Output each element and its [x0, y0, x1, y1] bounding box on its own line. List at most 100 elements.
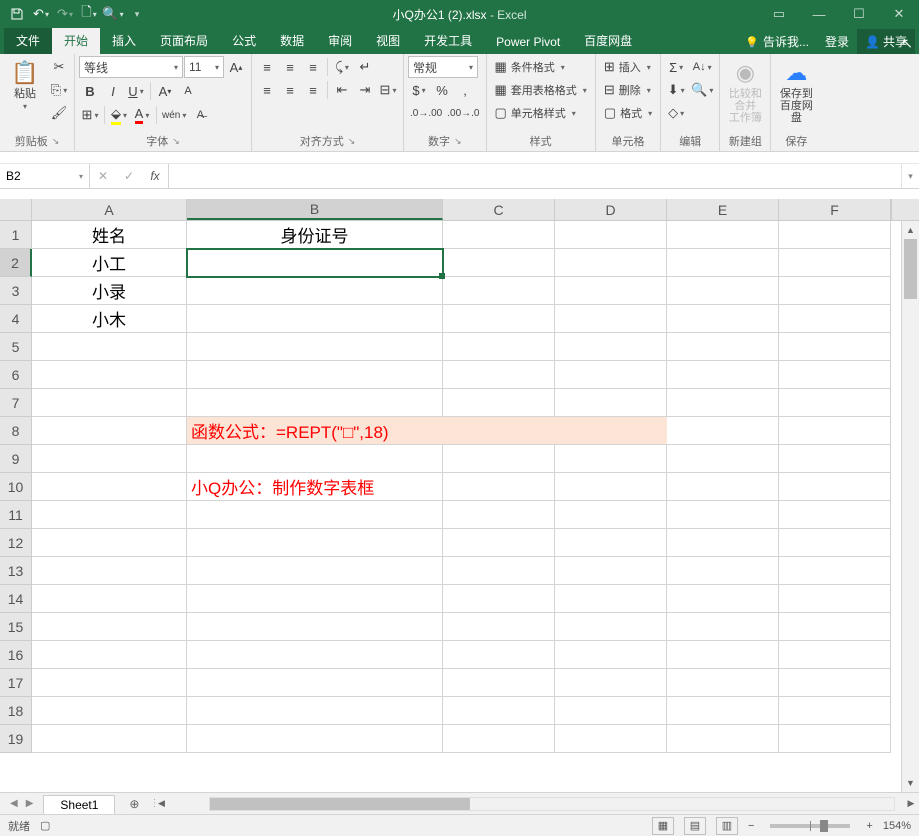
select-all-corner[interactable]: [0, 199, 32, 220]
row-header-11[interactable]: 11: [0, 501, 32, 529]
zoom-slider[interactable]: [770, 824, 850, 828]
row-header-15[interactable]: 15: [0, 613, 32, 641]
zoom-out-button[interactable]: −: [748, 820, 754, 832]
cell-D4[interactable]: [555, 305, 667, 333]
increase-decimal-button[interactable]: .0→.00: [408, 102, 444, 124]
print-preview-icon[interactable]: 🔍: [102, 3, 124, 25]
wrap-text-button[interactable]: ↵: [354, 56, 376, 78]
cell-F6[interactable]: [779, 361, 891, 389]
cell-F1[interactable]: [779, 221, 891, 249]
dialog-launcher-icon[interactable]: ↘: [52, 136, 60, 147]
cell-C1[interactable]: [443, 221, 555, 249]
format-cells-button[interactable]: ▢格式: [600, 102, 656, 124]
cell-C4[interactable]: [443, 305, 555, 333]
cell-C17[interactable]: [443, 669, 555, 697]
cell-A4[interactable]: 小木: [32, 305, 187, 333]
cell-D2[interactable]: [555, 249, 667, 277]
table-format-button[interactable]: ▦套用表格格式: [491, 79, 591, 101]
zoom-level[interactable]: 154%: [883, 820, 911, 832]
cell-F18[interactable]: [779, 697, 891, 725]
cell-F19[interactable]: [779, 725, 891, 753]
cell-D19[interactable]: [555, 725, 667, 753]
minimize-icon[interactable]: —: [799, 0, 839, 28]
cell-C2[interactable]: [443, 249, 555, 277]
new-file-icon[interactable]: 🗋: [78, 3, 100, 25]
cell-B19[interactable]: [187, 725, 443, 753]
cell-F3[interactable]: [779, 277, 891, 305]
decrease-decimal-button[interactable]: .00→.0: [445, 102, 481, 124]
tab-review[interactable]: 审阅: [316, 28, 364, 54]
cell-E4[interactable]: [667, 305, 779, 333]
cell-B6[interactable]: [187, 361, 443, 389]
row-header-16[interactable]: 16: [0, 641, 32, 669]
cell-B16[interactable]: [187, 641, 443, 669]
row-header-7[interactable]: 7: [0, 389, 32, 417]
cell-B17[interactable]: [187, 669, 443, 697]
cell-C13[interactable]: [443, 557, 555, 585]
cut-button[interactable]: ✂: [48, 56, 70, 78]
merge-button[interactable]: ⊟: [377, 79, 399, 101]
col-header-C[interactable]: C: [443, 199, 555, 220]
row-header-8[interactable]: 8: [0, 417, 32, 445]
cell-E10[interactable]: [667, 473, 779, 501]
tab-formulas[interactable]: 公式: [220, 28, 268, 54]
cell-F4[interactable]: [779, 305, 891, 333]
row-header-19[interactable]: 19: [0, 725, 32, 753]
ribbon-options-icon[interactable]: ▭: [759, 0, 799, 28]
sheet-tab[interactable]: Sheet1: [43, 795, 115, 814]
clear-button[interactable]: ◇: [665, 102, 687, 124]
cell-D9[interactable]: [555, 445, 667, 473]
cells-area[interactable]: 姓名身份证号小工小录小木函数公式：=REPT("□",18)小Q办公：制作数字表…: [32, 221, 901, 792]
tab-developer[interactable]: 开发工具: [412, 28, 484, 54]
row-header-14[interactable]: 14: [0, 585, 32, 613]
fill-button[interactable]: ⬇: [665, 79, 687, 101]
cell-F11[interactable]: [779, 501, 891, 529]
cell-D1[interactable]: [555, 221, 667, 249]
cell-E13[interactable]: [667, 557, 779, 585]
cell-F16[interactable]: [779, 641, 891, 669]
cell-A12[interactable]: [32, 529, 187, 557]
cell-B4[interactable]: [187, 305, 443, 333]
cell-F14[interactable]: [779, 585, 891, 613]
cell-E9[interactable]: [667, 445, 779, 473]
close-icon[interactable]: ✕: [879, 0, 919, 28]
cell-E16[interactable]: [667, 641, 779, 669]
tab-view[interactable]: 视图: [364, 28, 412, 54]
font-name-combo[interactable]: 等线▾: [79, 56, 183, 78]
tab-file[interactable]: 文件: [4, 28, 52, 54]
cell-B14[interactable]: [187, 585, 443, 613]
cell-E3[interactable]: [667, 277, 779, 305]
cell-A9[interactable]: [32, 445, 187, 473]
align-right-button[interactable]: ≡: [302, 79, 324, 101]
copy-button[interactable]: ⎘: [48, 79, 70, 101]
cell-B1[interactable]: 身份证号: [187, 221, 443, 249]
border-button[interactable]: ⊞: [79, 104, 101, 126]
cell-D6[interactable]: [555, 361, 667, 389]
cell-C18[interactable]: [443, 697, 555, 725]
cell-F8[interactable]: [779, 417, 891, 445]
cell-B5[interactable]: [187, 333, 443, 361]
row-header-1[interactable]: 1: [0, 221, 32, 249]
cell-F12[interactable]: [779, 529, 891, 557]
cell-D3[interactable]: [555, 277, 667, 305]
cell-B12[interactable]: [187, 529, 443, 557]
cell-A11[interactable]: [32, 501, 187, 529]
tell-me-input[interactable]: 告诉我...: [737, 29, 817, 54]
paste-button[interactable]: 📋 粘贴 ▾: [4, 56, 46, 115]
row-header-3[interactable]: 3: [0, 277, 32, 305]
normal-view-button[interactable]: ▦: [652, 817, 674, 835]
maximize-icon[interactable]: ☐: [839, 0, 879, 28]
cell-B9[interactable]: [187, 445, 443, 473]
cell-A10[interactable]: [32, 473, 187, 501]
cell-D14[interactable]: [555, 585, 667, 613]
row-header-5[interactable]: 5: [0, 333, 32, 361]
cell-C10[interactable]: [443, 473, 555, 501]
cell-D10[interactable]: [555, 473, 667, 501]
col-header-D[interactable]: D: [555, 199, 667, 220]
cell-E8[interactable]: [667, 417, 779, 445]
row-header-17[interactable]: 17: [0, 669, 32, 697]
col-header-A[interactable]: A: [32, 199, 187, 220]
conditional-format-button[interactable]: ▦条件格式: [491, 56, 569, 78]
sort-filter-button[interactable]: A↓: [689, 56, 715, 78]
row-header-9[interactable]: 9: [0, 445, 32, 473]
